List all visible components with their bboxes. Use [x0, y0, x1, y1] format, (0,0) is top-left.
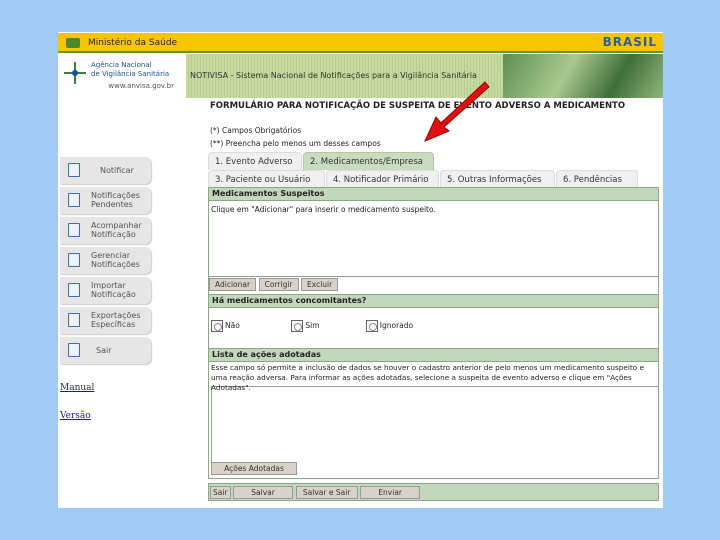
section-header: Lista de ações adotadas — [209, 349, 658, 362]
concomitant-section: Há medicamentos concomitantes? Não Sim I… — [208, 294, 659, 349]
sidebar-item-label: Gerenciar Notificações — [91, 251, 140, 269]
sidebar-item-label: Notificações Pendentes — [91, 191, 140, 209]
exportacoes-especificas-icon — [68, 313, 80, 327]
red-arrow-annotation — [424, 81, 490, 142]
anvisa-line2: de Vigilância Sanitária — [91, 70, 170, 78]
send-button[interactable]: Enviar — [360, 486, 421, 499]
manual-link[interactable]: Manual — [60, 383, 94, 393]
keyboard-image — [503, 54, 663, 98]
anvisa-cross-icon — [64, 62, 86, 84]
sidebar-item-notificacoes-pendentes[interactable]: Notificações Pendentes — [60, 187, 151, 214]
add-button[interactable]: Adicionar — [209, 278, 257, 291]
brasil-logo: BRASIL — [602, 35, 657, 49]
ministry-logo-icon — [66, 38, 80, 48]
tab-paciente[interactable]: 3. Paciente ou Usuário — [208, 170, 325, 188]
exit-button[interactable]: Sair — [210, 486, 231, 499]
section-header: Medicamentos Suspeitos — [209, 188, 658, 201]
tab-outras-informacoes[interactable]: 5. Outras Informações — [440, 170, 555, 188]
anvisa-logo: Agência Nacional de Vigilância Sanitária… — [58, 54, 186, 98]
suspect-drugs-list[interactable]: Clique em "Adicionar" para inserir o med… — [209, 201, 658, 277]
sidebar-item-gerenciar-notificacoes[interactable]: Gerenciar Notificações — [60, 247, 151, 274]
sidebar-item-label: Notificar — [100, 166, 134, 175]
radio-nao[interactable] — [211, 320, 223, 332]
actions-section: Lista de ações adotadas Esse campo só pe… — [208, 348, 659, 479]
required-note: (*) Campos Obrigatórios — [210, 126, 302, 135]
importar-notificacao-icon — [68, 283, 80, 297]
sidebar-item-label: Acompanhar Notificação — [91, 221, 142, 239]
sidebar-item-notificar[interactable]: Notificar — [60, 157, 151, 184]
anvisa-url: www.anvisa.gov.br — [108, 82, 174, 90]
sidebar-item-acompanhar-notificacao[interactable]: Acompanhar Notificação — [60, 217, 151, 244]
sidebar-item-sair[interactable]: Sair — [60, 337, 151, 364]
save-button[interactable]: Salvar — [233, 486, 294, 499]
version-link[interactable]: Versão — [60, 411, 91, 421]
notificar-icon — [68, 163, 80, 177]
option-label: Sim — [305, 321, 320, 330]
tab-evento-adverso[interactable]: 1. Evento Adverso — [208, 152, 302, 170]
sidebar-item-label: Importar Notificação — [91, 281, 136, 299]
save-exit-button[interactable]: Salvar e Sair — [295, 486, 358, 499]
edit-button[interactable]: Corrigir — [258, 278, 299, 291]
option-label: Ignorado — [379, 321, 414, 330]
section-header: Há medicamentos concomitantes? — [209, 295, 658, 308]
adopted-actions-button[interactable]: Ações Adotadas — [211, 462, 297, 475]
tab-pendencias[interactable]: 6. Pendências — [556, 170, 638, 188]
option-label: Não — [225, 321, 240, 330]
notificacoes-pendentes-icon — [68, 193, 80, 207]
tab-medicamentos-empresa[interactable]: 2. Medicamentos/Empresa — [303, 152, 434, 170]
sidebar-item-exportacoes-especificas[interactable]: Exportações Específicas — [60, 307, 151, 334]
suspect-drugs-section: Medicamentos Suspeitos Clique em "Adicio… — [208, 187, 659, 295]
sidebar-item-label: Sair — [96, 346, 112, 355]
option-sim[interactable]: Sim — [291, 320, 363, 332]
delete-button[interactable]: Excluir — [301, 278, 339, 291]
page: Ministério da Saúde BRASIL Agência Nacio… — [58, 32, 663, 508]
actions-list[interactable] — [211, 386, 658, 462]
option-ignorado[interactable]: Ignorado — [365, 320, 414, 332]
sair-icon — [68, 343, 80, 357]
one-of-note: (**) Preencha pelo menos um desses campo… — [210, 139, 381, 148]
sidebar-item-label: Exportações Específicas — [91, 311, 141, 329]
acompanhar-notificacao-icon — [68, 223, 80, 237]
radio-sim[interactable] — [291, 320, 304, 332]
option-nao[interactable]: Não — [211, 320, 289, 332]
sidebar-item-importar-notificacao[interactable]: Importar Notificação — [60, 277, 151, 304]
radio-ignorado[interactable] — [365, 320, 378, 332]
ministry-name: Ministério da Saúde — [88, 38, 178, 48]
anvisa-line1: Agência Nacional — [91, 61, 152, 69]
tab-notificador[interactable]: 4. Notificador Primário — [326, 170, 439, 188]
actions-hint: Esse campo só permite a inclusão de dado… — [211, 363, 645, 392]
gerenciar-notificacoes-icon — [68, 253, 80, 267]
footer-toolbar: Sair Salvar Salvar e Sair Enviar — [208, 483, 659, 501]
ministry-bar: Ministério da Saúde BRASIL — [58, 33, 663, 53]
